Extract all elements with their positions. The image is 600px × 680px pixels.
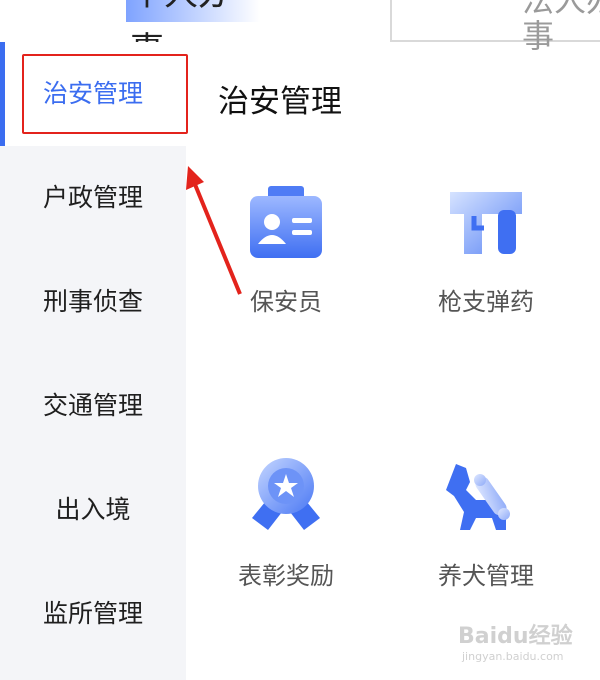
tile-label: 保安员 [250,288,322,316]
tab-personal-affairs[interactable]: 个人办事 [126,0,260,70]
active-indicator [0,42,5,146]
sidebar-item-detention[interactable]: 监所管理 [0,562,186,666]
sidebar-item-label: 监所管理 [42,599,143,628]
sidebar-item-label: 出入境 [55,495,131,524]
service-tile-dog-management[interactable]: 养犬管理 [396,456,576,591]
page-title: 治安管理 [218,84,342,120]
annotation-highlight-box [22,54,188,134]
watermark-text: Baidu经验 [458,624,573,649]
award-medal-icon [252,458,320,530]
sidebar-item-traffic[interactable]: 交通管理 [0,354,186,458]
tab-legal-affairs[interactable]: 法人办事 [390,0,600,54]
sidebar-item-criminal-investigation[interactable]: 刑事侦查 [0,250,186,354]
sidebar-item-label: 刑事侦查 [42,287,143,316]
firearms-gun-icon [450,192,522,254]
sidebar-item-label: 户政管理 [42,183,143,212]
tile-label: 表彰奖励 [238,562,334,590]
sidebar-item-household[interactable]: 户政管理 [0,146,186,250]
tile-label: 养犬管理 [438,562,534,590]
sidebar-item-exit-entry[interactable]: 出入境 [0,458,186,562]
service-tile-firearms[interactable]: 枪支弹药 [396,186,576,317]
tab-legal-label: 法人办事 [522,0,600,55]
service-tile-award[interactable]: 表彰奖励 [196,456,376,591]
service-tile-security-guard[interactable]: 保安员 [196,186,376,317]
sidebar-item-label: 交通管理 [42,391,143,420]
watermark-url: jingyan.baidu.com [462,650,564,663]
dog-bone-icon [446,464,510,530]
security-guard-id-card-icon [250,186,322,258]
tile-label: 枪支弹药 [438,288,534,316]
baidu-watermark: Baidu经验 jingyan.baidu.com [458,618,573,663]
category-sidebar: 治安管理 户政管理 刑事侦查 交通管理 出入境 监所管理 [0,42,186,680]
